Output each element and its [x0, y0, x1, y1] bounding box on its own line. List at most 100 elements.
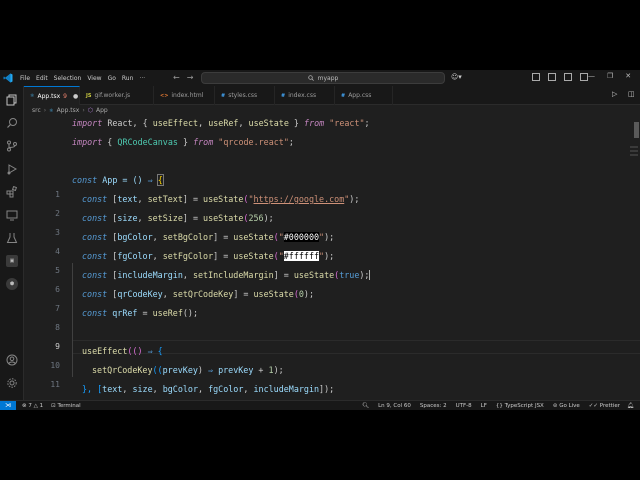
problems-indicator[interactable]: ⊗ 7 △ 1 — [22, 403, 43, 409]
unsaved-dot-icon[interactable]: ● — [73, 93, 78, 100]
code-line-1: import React, { useEffect, useRef, useSt… — [72, 118, 370, 128]
split-editor-icon[interactable]: ◫ — [628, 90, 635, 98]
code-line-4: const App = () ⇒ { — [72, 174, 164, 186]
nav-arrows: ← → — [173, 73, 193, 82]
close-icon[interactable]: ✕ — [625, 72, 631, 80]
code-line-8: const [fgColor, setFgColor] = useState("… — [82, 251, 335, 261]
status-left: ⊗ 7 △ 1 ⊡ Terminal — [22, 403, 81, 409]
error-icon: ⊗ — [22, 402, 27, 409]
react-icon: ⚛ — [30, 93, 35, 99]
code-line-11: const qrRef = useRef(); — [82, 308, 199, 318]
back-arrow-icon[interactable]: ← — [173, 73, 180, 82]
html-icon: <> — [160, 92, 169, 99]
menu-more-icon[interactable]: ··· — [139, 75, 145, 82]
tab-label: index.html — [171, 92, 204, 99]
accounts-icon[interactable] — [6, 354, 18, 366]
tab-label: styles.css — [228, 92, 258, 99]
zoom-icon[interactable]: 🔍︎ — [362, 403, 369, 409]
manage-gear-icon[interactable] — [6, 377, 18, 389]
search-text: myapp — [317, 74, 339, 82]
css-icon: # — [281, 92, 286, 99]
braces-icon: {} — [495, 402, 503, 409]
tab-problem-count: 9 — [63, 92, 67, 100]
layout-controls — [532, 73, 588, 81]
prettier-status[interactable]: ✓✓ Prettier — [589, 403, 620, 409]
forward-arrow-icon[interactable]: → — [187, 73, 194, 82]
window-controls: — ❐ ✕ — [588, 72, 631, 80]
breadcrumb-file[interactable]: App.tsx — [57, 107, 80, 114]
run-icon[interactable]: ▷ — [612, 90, 617, 98]
explorer-icon[interactable] — [6, 94, 18, 106]
menu-file[interactable]: File — [20, 75, 30, 82]
menu-selection[interactable]: Selection — [54, 75, 82, 82]
code-line-9: const [includeMargin, setIncludeMargin] … — [82, 270, 371, 280]
toggle-panel-icon[interactable] — [548, 73, 556, 81]
end-of-line[interactable]: LF — [481, 403, 487, 409]
copilot-icon[interactable]: ☺▾ — [451, 73, 462, 81]
code-line-14: setQrCodeKey((prevKey) ⇒ prevKey + 1); — [92, 365, 284, 375]
menu-view[interactable]: View — [87, 75, 101, 82]
code-line-15: }, [text, size, bgColor, fgColor, includ… — [82, 384, 335, 394]
terminal-toggle[interactable]: ⊡ Terminal — [51, 403, 81, 409]
react-icon: ⚛ — [49, 107, 54, 114]
notifications-bell-icon[interactable]: 🔔︎ — [627, 403, 634, 409]
code-line-13: useEffect(() ⇒ { — [82, 346, 163, 356]
warning-count: 1 — [39, 402, 44, 409]
code-line-2: import { QRCodeCanvas } from "qrcode.rea… — [72, 137, 294, 147]
tab-index-css[interactable]: # index.css — [275, 86, 335, 105]
error-count: 7 — [28, 402, 32, 409]
run-debug-icon[interactable] — [6, 163, 18, 175]
remote-explorer-icon[interactable] — [6, 209, 18, 221]
css-icon: # — [341, 92, 346, 99]
chevron-right-icon: › — [82, 107, 85, 114]
go-live-button[interactable]: ⊚ Go Live — [553, 403, 580, 409]
command-center-search[interactable]: myapp — [201, 72, 445, 84]
code-lines: import React, { useEffect, useRef, useSt… — [24, 116, 640, 400]
minimize-icon[interactable]: — — [588, 72, 595, 80]
color-swatch-black: #000000 — [283, 232, 320, 242]
docker-extension-icon[interactable]: ⬢ — [6, 278, 18, 290]
toggle-secondary-sidebar-icon[interactable] — [564, 73, 572, 81]
restore-icon[interactable]: ❐ — [607, 72, 613, 80]
terminal-icon: ⊡ — [51, 402, 56, 409]
tailwind-extension-icon[interactable]: ▣ — [6, 255, 18, 267]
toggle-sidebar-icon[interactable] — [532, 73, 540, 81]
source-control-icon[interactable] — [6, 140, 18, 152]
tab-label: App.css — [348, 92, 372, 99]
indentation[interactable]: Spaces: 2 — [420, 403, 447, 409]
breadcrumb-folder[interactable]: src — [32, 107, 41, 114]
tab-gif-worker-js[interactable]: JS gif.worker.js — [80, 86, 154, 105]
menu-go[interactable]: Go — [108, 75, 116, 82]
symbol-function-icon: ⬡ — [87, 107, 93, 114]
breadcrumb-symbol[interactable]: App — [96, 107, 108, 114]
tab-app-css[interactable]: # App.css — [335, 86, 393, 105]
search-sidebar-icon[interactable] — [6, 117, 18, 129]
status-bar: ⋊ ⊗ 7 △ 1 ⊡ Terminal 🔍︎ Ln 9, Col 60 Spa… — [0, 400, 640, 410]
color-swatch-white: #ffffff — [283, 251, 320, 261]
encoding[interactable]: UTF-8 — [456, 403, 472, 409]
warning-icon: △ — [33, 402, 38, 409]
tab-index-html[interactable]: <> index.html — [154, 86, 215, 105]
double-check-icon: ✓✓ — [588, 402, 599, 409]
menu-run[interactable]: Run — [122, 75, 134, 82]
status-right: 🔍︎ Ln 9, Col 60 Spaces: 2 UTF-8 LF {} Ty… — [362, 403, 620, 409]
css-icon: # — [221, 92, 226, 99]
menu-edit[interactable]: Edit — [36, 75, 48, 82]
search-icon — [307, 75, 314, 81]
tab-styles-css[interactable]: # styles.css — [215, 86, 275, 105]
testing-icon[interactable] — [6, 232, 18, 244]
code-line-6: const [size, setSize] = useState(256); — [82, 213, 274, 223]
language-mode[interactable]: {} TypeScript JSX — [496, 403, 544, 409]
terminal-label: Terminal — [57, 402, 81, 409]
editor-tabs: ⚛ App.tsx 9 ● JS gif.worker.js <> index.… — [24, 86, 640, 105]
tab-label: gif.worker.js — [94, 92, 131, 99]
title-bar: File Edit Selection View Go Run ··· ← → … — [0, 70, 640, 86]
extensions-icon[interactable] — [6, 186, 18, 198]
breadcrumb: src › ⚛ App.tsx › ⬡ App — [24, 105, 640, 116]
cursor-position[interactable]: Ln 9, Col 60 — [378, 403, 411, 409]
tab-app-tsx[interactable]: ⚛ App.tsx 9 ● — [24, 86, 80, 105]
remote-icon[interactable]: ⋊ — [0, 400, 16, 410]
customize-layout-icon[interactable] — [580, 73, 588, 81]
broadcast-icon: ⊚ — [552, 402, 558, 409]
vscode-window: File Edit Selection View Go Run ··· ← → … — [0, 70, 640, 410]
